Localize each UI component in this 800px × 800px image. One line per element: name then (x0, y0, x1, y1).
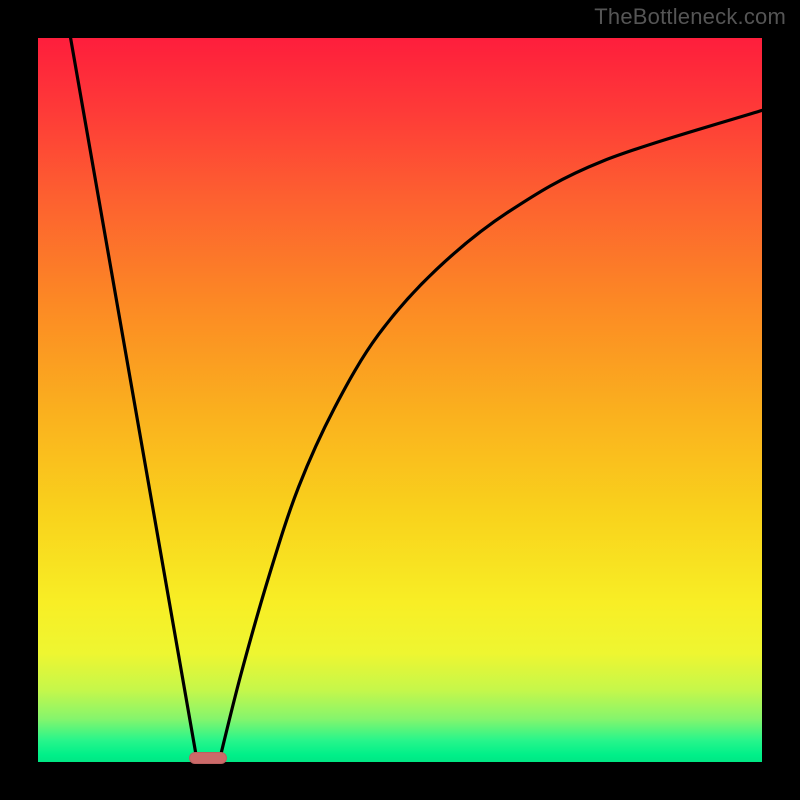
optimal-marker (189, 752, 227, 764)
plot-area (38, 38, 762, 762)
chart-frame: TheBottleneck.com (0, 0, 800, 800)
watermark-text: TheBottleneck.com (594, 4, 786, 30)
bottleneck-curve (38, 38, 762, 762)
curve-path (71, 38, 762, 762)
